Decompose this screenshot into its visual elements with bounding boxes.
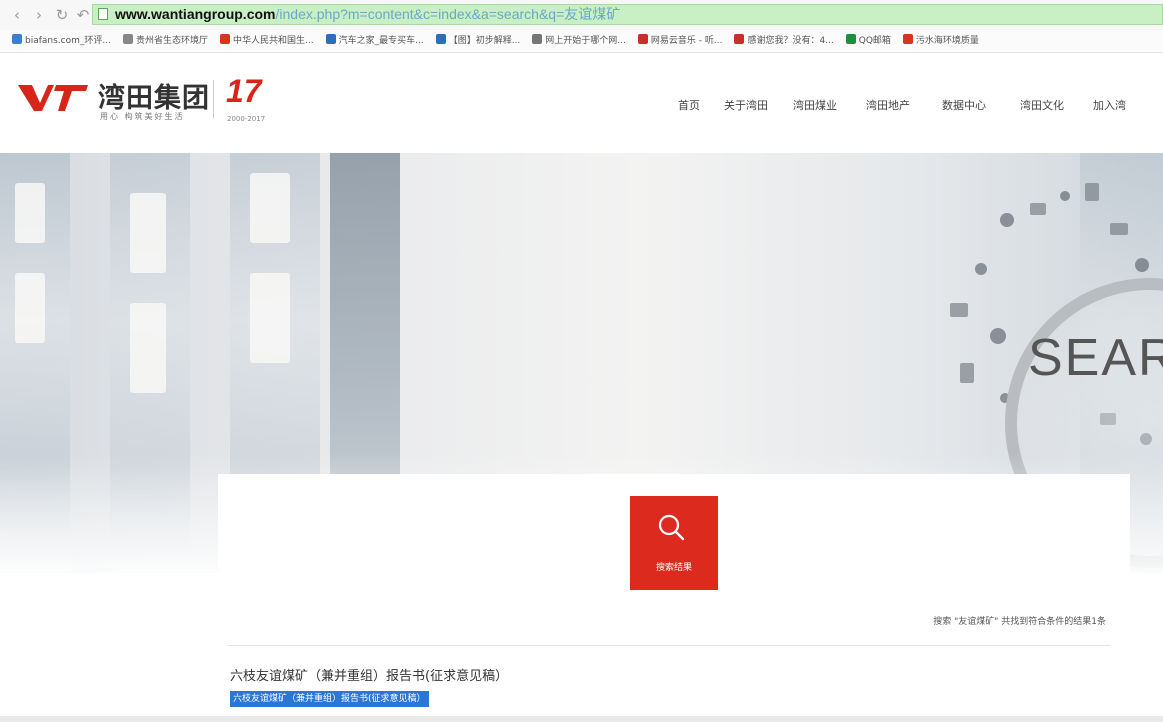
main-nav: 首页 关于湾田 湾田煤业 湾田地产 数据中心 湾田文化 加入湾 — [0, 97, 1163, 117]
nav-item-join[interactable]: 加入湾 — [1093, 97, 1126, 113]
banner-window — [15, 183, 45, 243]
globe-icon — [975, 263, 987, 275]
bookmark-item[interactable]: 污水海环境质量 — [902, 30, 979, 52]
banner-search-word: SEAR — [1028, 329, 1163, 387]
forward-icon[interactable]: › — [30, 6, 48, 24]
bookmark-label: 网易云音乐 - 听... — [650, 36, 723, 46]
chat-icon — [1135, 258, 1149, 272]
result-snippet-selected[interactable]: 六枝友谊煤矿（兼并重组）报告书(征求意见稿） — [230, 691, 429, 707]
bookmark-item[interactable]: 汽车之家_最专买车... — [325, 30, 424, 52]
bookmark-item[interactable]: biafans.com_环评... — [12, 30, 111, 52]
refresh-icon[interactable]: ↻ — [53, 6, 71, 24]
bookmark-label: 【图】初步解释... — [448, 36, 521, 46]
bookmark-item[interactable]: 中华人民共和国生... — [220, 30, 314, 52]
search-results-badge: 搜索结果 — [630, 496, 718, 590]
camera-icon — [1030, 203, 1046, 215]
bookmark-label: 污水海环境质量 — [915, 36, 979, 46]
nav-item-home[interactable]: 首页 — [678, 97, 700, 113]
page-icon — [98, 8, 108, 20]
undo-icon[interactable]: ↶ — [74, 6, 92, 24]
result-summary: 搜索 "友谊煤矿" 共找到符合条件的结果1条 — [933, 617, 1106, 627]
bookmark-favicon-icon — [734, 34, 745, 44]
site-header: 湾田集团 用心 构筑美好生活 17 2000-2017 首页 关于湾田 湾田煤业… — [0, 53, 1163, 153]
nav-item-realestate[interactable]: 湾田地产 — [866, 97, 910, 113]
banner-window — [130, 303, 166, 393]
bookmark-label: 网上开始于哪个网... — [545, 36, 626, 46]
bookmark-item[interactable]: 感谢您我？没有：4... — [734, 30, 834, 52]
page-bottom-edge — [0, 716, 1163, 722]
bookmark-favicon-icon — [845, 34, 856, 44]
bookmark-favicon-icon — [325, 34, 336, 44]
bookmark-label: 贵州省生态环境厅 — [135, 36, 208, 46]
bookmark-item[interactable]: 贵州省生态环境厅 — [122, 30, 208, 52]
bookmark-favicon-icon — [220, 34, 230, 44]
nav-item-culture[interactable]: 湾田文化 — [1020, 97, 1064, 113]
banner-window — [130, 193, 166, 273]
nav-item-about[interactable]: 关于湾田 — [724, 97, 768, 113]
bookmark-favicon-icon — [435, 34, 446, 44]
banner-window — [250, 173, 290, 243]
cloud-icon — [1000, 213, 1014, 227]
url-path: /index.php?m=content&c=index&a=search&q=… — [275, 6, 621, 22]
browser-address-bar: ‹ › ↻ ↶ www.wantiangroup.com/index.php?m… — [0, 0, 1163, 31]
folder-icon — [950, 303, 968, 317]
mobile-icon — [1110, 223, 1128, 235]
bookmark-favicon-icon — [637, 34, 648, 44]
bookmark-item[interactable]: QQ邮箱 — [845, 30, 891, 52]
back-icon[interactable]: ‹ — [8, 6, 26, 24]
gear-icon — [990, 328, 1006, 344]
music-icon — [1060, 191, 1070, 201]
bookmark-label: biafans.com_环评... — [25, 36, 111, 46]
banner-window — [250, 273, 290, 363]
search-results-label: 搜索结果 — [655, 563, 692, 573]
document-icon — [960, 363, 974, 383]
phone-icon — [1085, 183, 1099, 201]
banner-window — [15, 273, 45, 343]
bookmarks-bar: biafans.com_环评... 贵州省生态环境厅 中华人民共和国生... 汽车之家… — [0, 30, 1163, 53]
bookmark-label: QQ邮箱 — [858, 36, 891, 46]
bookmark-item[interactable]: 【图】初步解释... — [435, 30, 521, 52]
bookmark-label: 中华人民共和国生... — [233, 36, 314, 46]
url-field[interactable]: www.wantiangroup.com/index.php?m=content… — [92, 4, 1163, 25]
bookmark-item[interactable]: 网易云音乐 - 听... — [637, 30, 723, 52]
search-result-panel: 搜索结果 搜索 "友谊煤矿" 共找到符合条件的结果1条 六枝友谊煤矿（兼并重组）… — [218, 474, 1130, 722]
bookmark-favicon-icon — [902, 34, 913, 44]
result-divider — [228, 645, 1110, 646]
bookmark-favicon-icon — [122, 34, 133, 44]
search-icon — [658, 514, 685, 541]
nav-item-coal[interactable]: 湾田煤业 — [793, 97, 837, 113]
url-host: www.wantiangroup.com — [115, 6, 276, 22]
bookmark-label: 汽车之家_最专买车... — [338, 36, 424, 46]
bookmark-item[interactable]: 网上开始于哪个网... — [532, 30, 626, 52]
result-title-link[interactable]: 六枝友谊煤矿（兼并重组）报告书(征求意见稿） — [230, 665, 508, 684]
bookmark-favicon-icon — [12, 34, 22, 44]
bookmark-favicon-icon — [532, 34, 543, 44]
nav-item-data-center[interactable]: 数据中心 — [942, 97, 986, 113]
bookmark-label: 感谢您我？没有：4... — [747, 36, 834, 46]
